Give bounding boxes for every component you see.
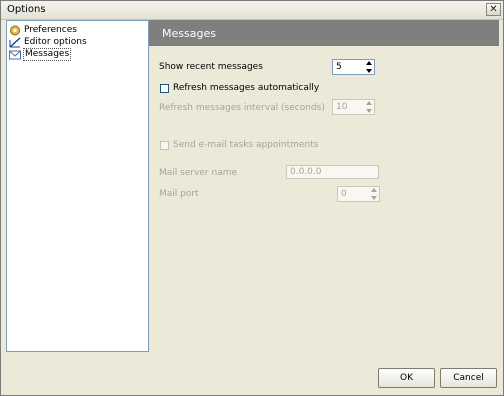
mail-server-label: Mail server name [159, 168, 238, 178]
spinner-arrows-icon[interactable] [364, 101, 373, 113]
tree-item-messages[interactable]: Messages [9, 47, 72, 61]
messages-panel: Messages Show recent messages 5 Refresh … [149, 20, 499, 350]
show-recent-label: Show recent messages [159, 62, 263, 72]
show-recent-value: 5 [336, 62, 342, 72]
panel-header: Messages [149, 20, 499, 46]
window-title: Options [7, 4, 46, 15]
panel-title: Messages [162, 27, 216, 40]
tree-item-preferences[interactable]: Preferences [9, 24, 78, 36]
options-dialog: Options ✕ Preferences Editor options Mes… [0, 0, 504, 396]
spin-down-icon[interactable] [370, 196, 377, 200]
options-tree[interactable]: Preferences Editor options Messages [6, 20, 149, 352]
spin-up-icon[interactable] [370, 188, 377, 192]
send-email-label: Send e-mail tasks appointments [173, 140, 319, 150]
refresh-interval-value: 10 [336, 102, 348, 112]
mail-port-spinner[interactable]: 0 [337, 186, 380, 202]
tree-item-label: Preferences [24, 24, 77, 35]
close-button[interactable]: ✕ [486, 3, 501, 16]
preferences-icon [10, 25, 20, 35]
refresh-auto-label: Refresh messages automatically [173, 83, 320, 93]
close-icon: ✕ [489, 3, 498, 15]
spin-up-icon[interactable] [365, 101, 372, 105]
mail-server-value: 0.0.0.0 [290, 167, 322, 177]
spin-down-icon[interactable] [365, 69, 372, 73]
spin-down-icon[interactable] [365, 109, 372, 113]
title-bar[interactable]: Options ✕ [1, 1, 503, 20]
editor-icon [9, 36, 21, 48]
spinner-arrows-icon[interactable] [364, 61, 373, 73]
spin-up-icon[interactable] [365, 61, 372, 65]
cancel-button[interactable]: Cancel [440, 368, 497, 388]
send-email-checkbox[interactable] [160, 141, 169, 150]
refresh-interval-spinner[interactable]: 10 [332, 99, 375, 115]
mail-port-label: Mail port [159, 189, 199, 199]
tree-item-label: Editor options [24, 36, 87, 47]
mail-port-value: 0 [341, 189, 347, 199]
ok-button[interactable]: OK [378, 368, 435, 388]
tree-item-editor-options[interactable]: Editor options [9, 36, 88, 48]
mail-server-input[interactable]: 0.0.0.0 [286, 165, 379, 179]
tree-item-label: Messages [23, 47, 72, 61]
refresh-interval-label: Refresh messages interval (seconds) [159, 103, 325, 113]
envelope-icon [9, 50, 21, 59]
show-recent-spinner[interactable]: 5 [332, 59, 375, 75]
spinner-arrows-icon[interactable] [369, 188, 378, 200]
refresh-auto-checkbox[interactable] [160, 84, 169, 93]
